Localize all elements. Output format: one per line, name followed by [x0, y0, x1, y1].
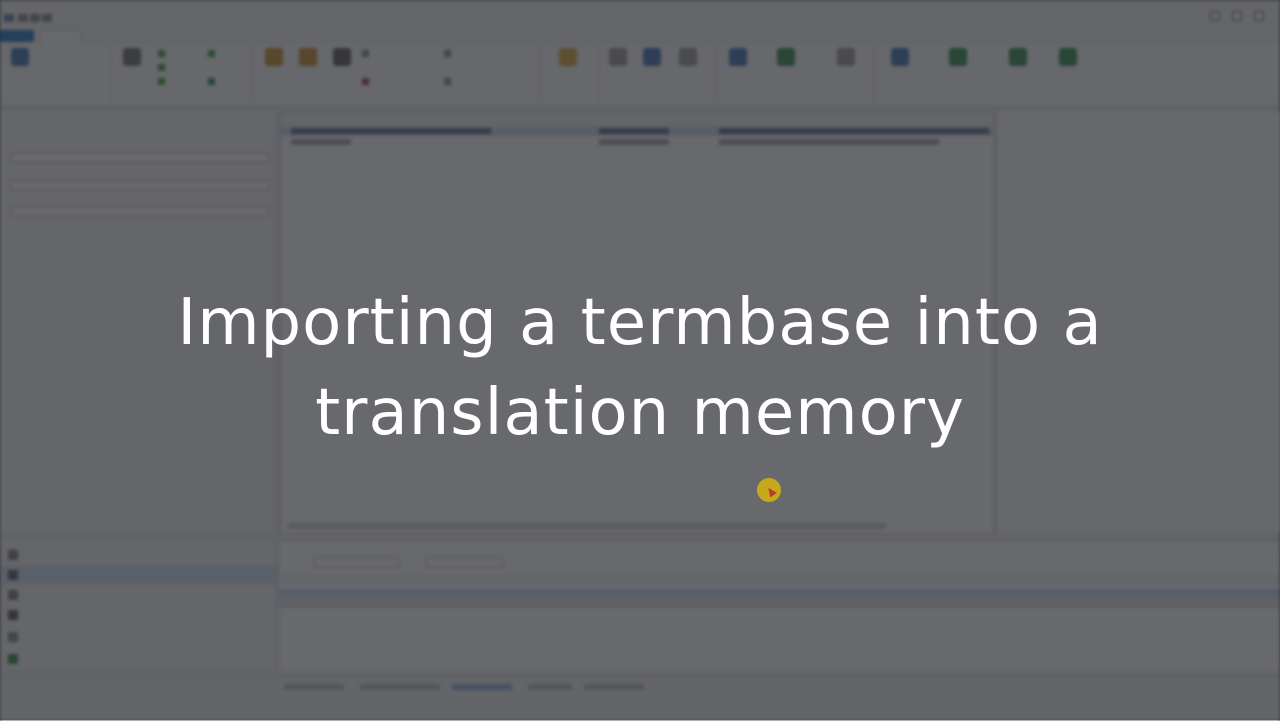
- title-caption: Importing a termbase into a translation …: [0, 278, 1280, 458]
- caption-line-1: Importing a termbase into a: [177, 286, 1103, 360]
- caption-line-2: translation memory: [315, 376, 965, 450]
- mouse-cursor-highlight-icon: [757, 478, 781, 502]
